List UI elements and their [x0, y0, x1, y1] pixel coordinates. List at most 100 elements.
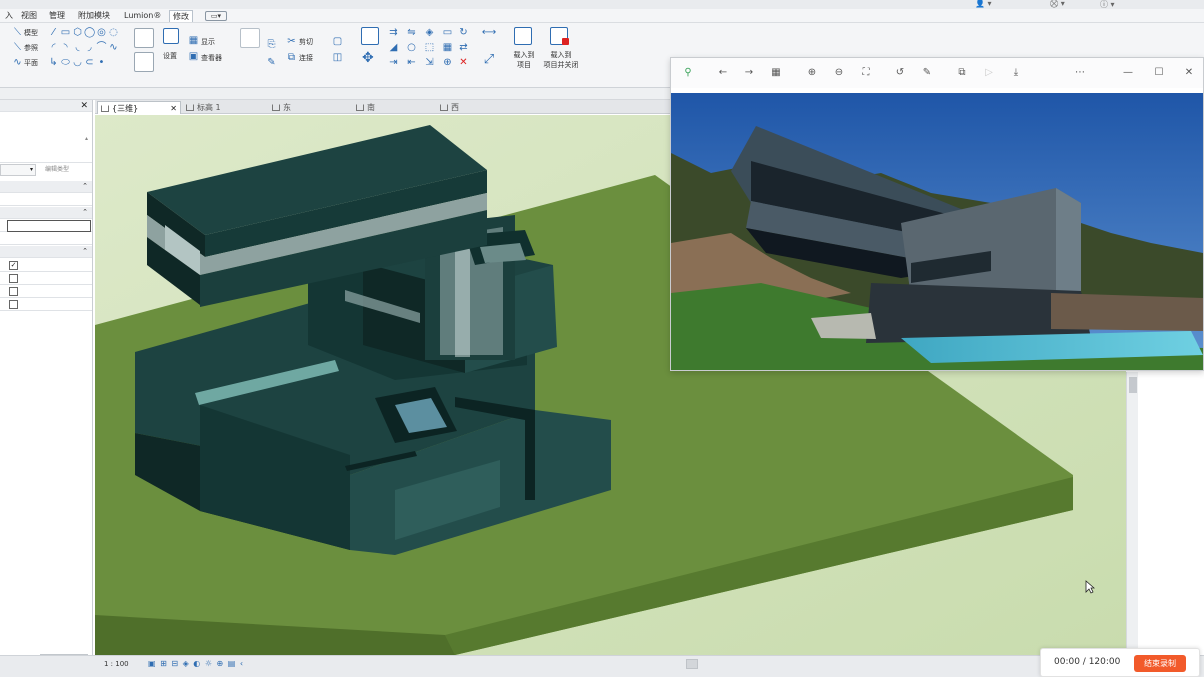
next-arrow-icon[interactable]: → — [742, 66, 756, 80]
edit-type-button[interactable]: 编辑类型 — [45, 164, 69, 176]
menu-item-manage[interactable]: 管理 — [46, 10, 68, 22]
rotate-icon-2[interactable]: ○ — [406, 43, 417, 53]
help-icon[interactable]: ⓘ ▾ — [1100, 0, 1115, 10]
menu-item-0[interactable]: 入 — [2, 10, 16, 22]
tool-show[interactable]: 显示 — [201, 37, 215, 47]
cart-icon[interactable]: ⛒ ▾ — [1050, 0, 1065, 9]
view-toggle-button[interactable]: ▭▾ — [205, 11, 227, 21]
array-icon[interactable]: ▦ — [442, 43, 453, 53]
partial-ellipse-icon[interactable]: ◡ — [72, 58, 83, 68]
scroll-indicator[interactable] — [686, 659, 698, 669]
pick-line-icon[interactable]: ↳ — [48, 58, 59, 68]
group-header-constraints[interactable]: ⌃ — [0, 181, 92, 193]
tool-viewer[interactable]: 查看器 — [201, 53, 222, 63]
type-selector[interactable]: ▴ — [0, 113, 92, 163]
mirror-icon[interactable]: ⇋ — [406, 28, 417, 38]
tool-reference[interactable]: 参照 — [24, 43, 38, 53]
arc-icon-4[interactable]: ◞ — [84, 43, 95, 53]
mirror-draw-icon[interactable]: ◈ — [424, 28, 435, 38]
load-into-project-icon[interactable] — [514, 27, 532, 45]
dimension-icon[interactable]: ⤢ — [479, 53, 499, 66]
tool-setting[interactable]: 设置 — [163, 51, 177, 61]
join-icon[interactable]: ⧉ — [286, 53, 297, 63]
menu-item-modify[interactable]: 修改 — [169, 10, 193, 22]
tool-cut[interactable]: 剪切 — [299, 37, 313, 47]
move-cross-icon[interactable]: ✥ — [362, 51, 374, 65]
tool-join[interactable]: 连接 — [299, 53, 313, 63]
maximize-icon[interactable]: ☐ — [1152, 66, 1166, 80]
property-row[interactable] — [0, 233, 92, 245]
ellipse-icon-2[interactable]: ⬭ — [60, 58, 71, 68]
model-line-icon[interactable]: ⟍ — [12, 28, 23, 38]
gallery-icon[interactable]: ▦ — [769, 66, 783, 80]
match-icon[interactable]: ✎ — [266, 58, 277, 68]
pin-icon[interactable]: ⚲ — [681, 66, 695, 80]
property-row[interactable] — [0, 299, 92, 311]
family-dropdown[interactable]: ▾ — [0, 164, 36, 176]
offset-icon[interactable]: ⇉ — [388, 28, 399, 38]
delete-icon[interactable]: ✕ — [458, 58, 469, 68]
edit-icon[interactable]: ✎ — [920, 66, 934, 80]
checkbox[interactable] — [9, 274, 18, 283]
tab-level-1[interactable]: 标高 1 — [183, 101, 267, 114]
split-icon[interactable]: ⇥ — [388, 58, 399, 68]
property-row[interactable] — [0, 273, 92, 285]
property-row[interactable]: ✓ — [0, 260, 92, 272]
rotate-icon[interactable]: ↺ — [893, 66, 907, 80]
menu-item-view[interactable]: 视图 — [18, 10, 40, 22]
more-icon[interactable]: ⋯ — [1073, 66, 1087, 80]
checkbox[interactable] — [9, 300, 18, 309]
reference-line-icon[interactable]: ⟍ — [12, 43, 23, 53]
user-icon[interactable]: 👤 ▾ — [975, 0, 992, 8]
scale-label[interactable]: 1 : 100 — [104, 659, 129, 669]
stop-recording-button[interactable]: 结束录制 — [1134, 655, 1186, 672]
show-icon[interactable]: ▦ — [188, 36, 199, 46]
view-control-icons[interactable]: ▣ ⊞ ⊟ ◈ ◐ ☼ ⊕ ▤ ‹ — [148, 659, 244, 669]
align-icon[interactable] — [361, 27, 379, 45]
previous-arrow-icon[interactable]: ← — [716, 66, 730, 80]
circle-icon[interactable]: ◯ — [84, 28, 95, 38]
close-icon[interactable]: ✕ — [80, 100, 88, 112]
extend-icon[interactable]: ⇲ — [424, 58, 435, 68]
void-form-icon[interactable] — [134, 52, 154, 72]
form-icon[interactable] — [134, 28, 154, 48]
arc-icon[interactable]: ◜ — [48, 43, 59, 53]
group-header-graphics[interactable]: ⌃ — [0, 207, 92, 219]
minimize-icon[interactable]: — — [1121, 66, 1135, 80]
tool-plane[interactable]: 平面 — [24, 58, 38, 68]
property-input[interactable] — [7, 220, 91, 232]
set-workplane-icon[interactable] — [163, 28, 179, 44]
fillet-icon[interactable]: ⌒ — [96, 43, 107, 53]
trim-extend-icon[interactable]: ⇤ — [406, 58, 417, 68]
vertical-scrollbar[interactable] — [1126, 372, 1138, 655]
checkbox[interactable] — [9, 287, 18, 296]
menu-item-lumion[interactable]: Lumion® — [121, 10, 164, 22]
menu-item-addins[interactable]: 附加模块 — [75, 10, 113, 22]
paste-icon[interactable]: ⎘ — [266, 40, 277, 50]
spline-icon[interactable]: ∿ — [108, 43, 119, 53]
plane-icon[interactable]: ∿ — [12, 58, 23, 68]
checkbox-checked[interactable]: ✓ — [9, 261, 18, 270]
rectangle-icon[interactable]: ▭ — [60, 28, 71, 38]
copy-icon[interactable]: ⧉ — [955, 66, 969, 80]
line-icon[interactable]: ⁄ — [48, 28, 59, 38]
scroll-arrow-icon[interactable]: ▴ — [85, 135, 88, 142]
property-row[interactable] — [0, 286, 92, 298]
cope-icon[interactable]: ▢ — [332, 37, 343, 47]
circle-icon-2[interactable]: ◎ — [96, 28, 107, 38]
trim-icon[interactable]: ◢ — [388, 43, 399, 53]
close-icon[interactable]: ✕ — [170, 102, 177, 115]
load-into-project-button[interactable]: 载入到 项目 — [510, 50, 538, 70]
close-icon[interactable]: ✕ — [1182, 66, 1196, 80]
pin-icon[interactable]: ⊕ — [442, 58, 453, 68]
rotate-icon[interactable]: ↻ — [458, 28, 469, 38]
property-row[interactable] — [0, 194, 92, 206]
arc-icon-3[interactable]: ◟ — [72, 43, 83, 53]
partial-arc-icon[interactable]: ⊂ — [84, 58, 95, 68]
measure-icon[interactable]: ⟷ — [477, 28, 501, 38]
polygon-icon[interactable]: ⬡ — [72, 28, 83, 38]
tool-model[interactable]: 模型 — [24, 28, 38, 38]
zoom-out-icon[interactable]: ⊖ — [832, 66, 846, 80]
zoom-in-icon[interactable]: ⊕ — [805, 66, 819, 80]
geometry-icon[interactable] — [240, 28, 260, 48]
